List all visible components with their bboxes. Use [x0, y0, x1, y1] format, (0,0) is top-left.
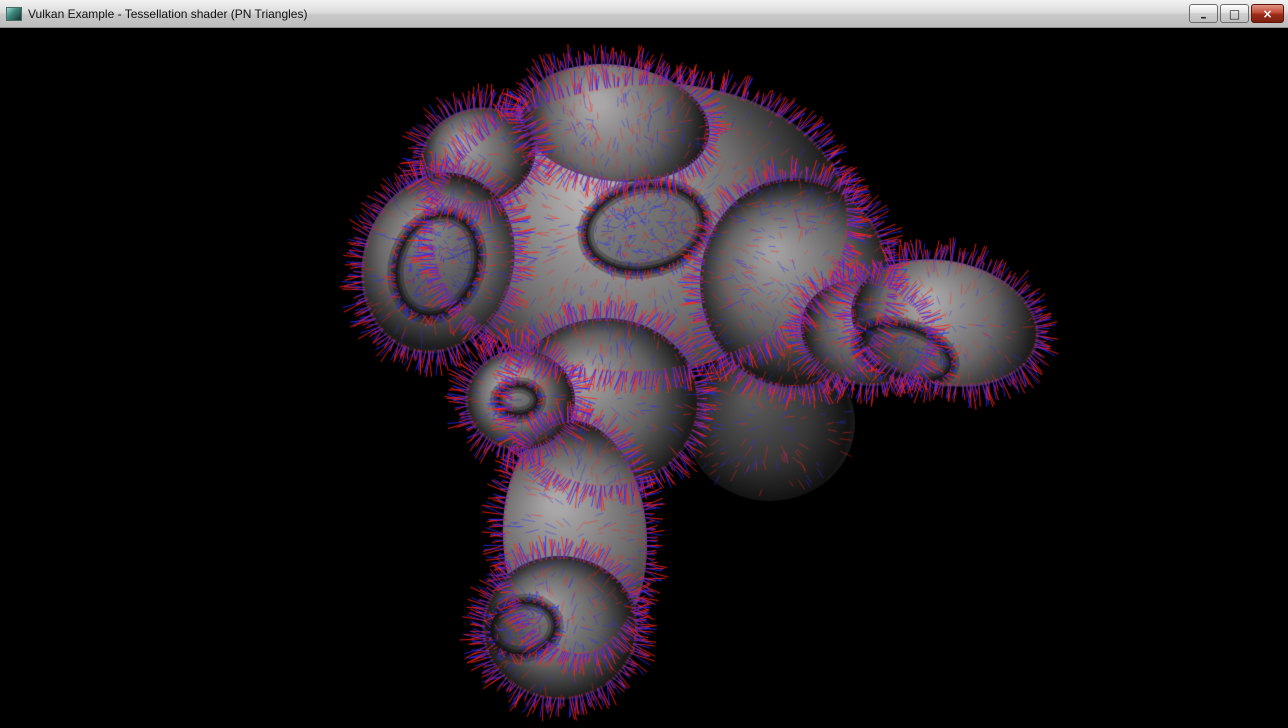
maximize-button[interactable]: □: [1220, 4, 1249, 23]
window-controls: – □ ×: [1189, 4, 1284, 23]
restore-icon: □: [1229, 8, 1240, 20]
render-viewport: [0, 28, 1288, 728]
minimize-icon: –: [1201, 11, 1207, 23]
close-icon: ×: [1262, 8, 1272, 20]
app-icon: [6, 7, 22, 21]
minimize-button[interactable]: –: [1189, 4, 1218, 23]
app-window: Vulkan Example - Tessellation shader (PN…: [0, 0, 1288, 728]
vulkan-3d-viewport[interactable]: [0, 28, 1288, 727]
close-button[interactable]: ×: [1251, 4, 1284, 23]
window-titlebar[interactable]: Vulkan Example - Tessellation shader (PN…: [0, 0, 1288, 28]
window-title: Vulkan Example - Tessellation shader (PN…: [28, 7, 1189, 21]
